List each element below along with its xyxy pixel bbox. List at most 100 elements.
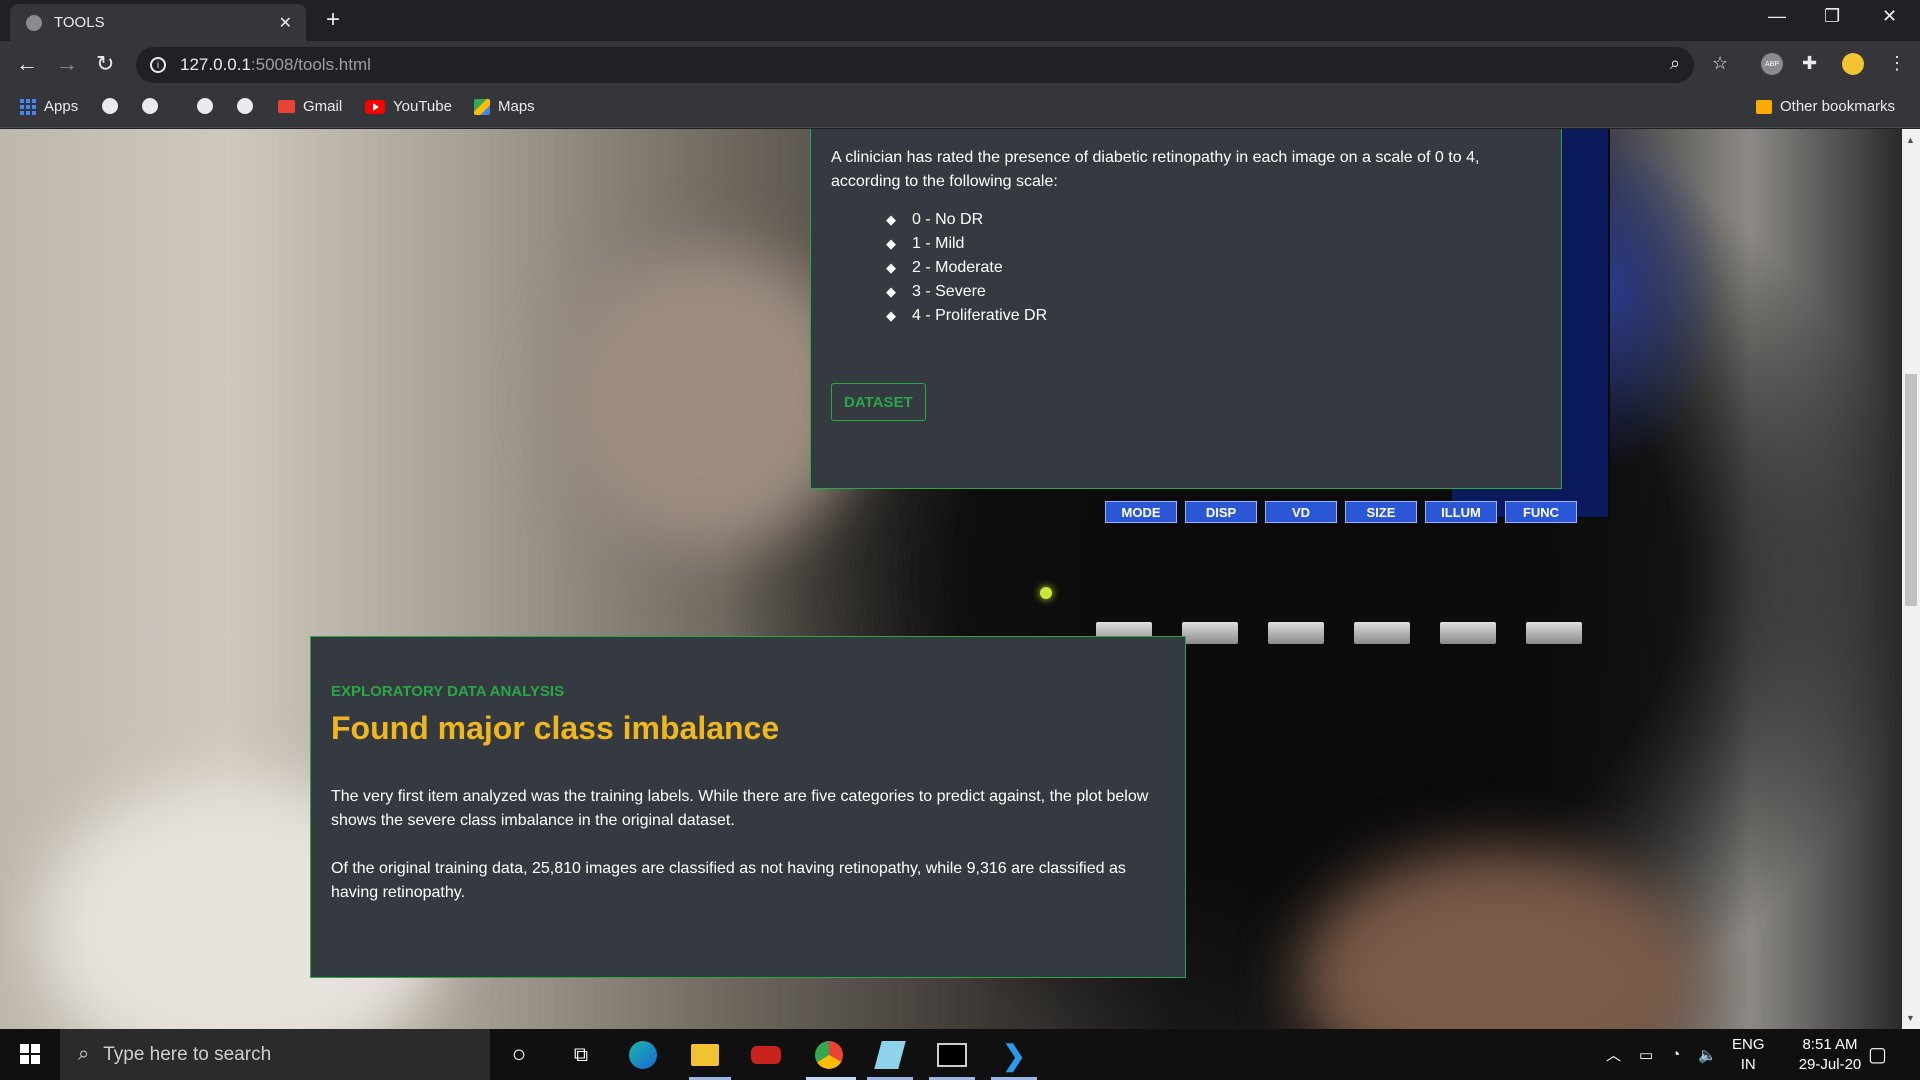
- dataset-description-card: A clinician has rated the presence of di…: [810, 129, 1562, 489]
- reload-icon[interactable]: ↻: [96, 51, 114, 77]
- section-kicker: EXPLORATORY DATA ANALYSIS: [331, 683, 565, 700]
- system-tray: ︿ ▭ ◔ 🔈: [1606, 1029, 1717, 1080]
- dr-scale-list: ◆ 0 - No DR ◆ 1 - Mild ◆ 2 - Moderate ◆ 3 - …: [831, 208, 1541, 328]
- forward-arrow-icon[interactable]: →: [56, 51, 78, 77]
- maps-icon: [474, 98, 490, 115]
- bookmark-apps-label: Apps: [44, 98, 79, 115]
- cortana-icon[interactable]: ○: [503, 1039, 535, 1071]
- taskbar-search-box[interactable]: ⌕ Type here to search: [60, 1029, 490, 1080]
- bookmark-globe-2[interactable]: [142, 98, 158, 114]
- profile-avatar[interactable]: [1842, 53, 1864, 75]
- search-icon: ⌕: [78, 1043, 90, 1065]
- bookmark-gmail-label: Gmail: [303, 98, 343, 115]
- section-title: Found major class imbalance: [331, 710, 780, 746]
- device-led: [1040, 587, 1052, 599]
- back-arrow-icon[interactable]: ←: [16, 51, 38, 77]
- list-item: ◆ 4 - Proliferative DR: [886, 304, 1541, 328]
- windows-start-icon[interactable]: [20, 1044, 40, 1064]
- device-button-illum: ILLUM: [1425, 501, 1497, 523]
- diamond-bullet-icon: ◆: [886, 236, 896, 251]
- file-explorer-icon[interactable]: [689, 1039, 721, 1071]
- device-button-disp: DISP: [1185, 501, 1257, 523]
- scrollbar-thumb[interactable]: [1905, 374, 1917, 606]
- globe-icon: [142, 98, 158, 114]
- close-window-button[interactable]: ✕: [1882, 6, 1897, 27]
- apps-grid-icon: [20, 98, 36, 115]
- adblock-extension-icon[interactable]: ABP: [1761, 53, 1783, 75]
- clock-time: 8:51 AM: [1802, 1035, 1858, 1053]
- device-button-func: FUNC: [1505, 501, 1577, 523]
- device-button-row: MODE DISP VD SIZE ILLUM FUNC: [1105, 501, 1577, 523]
- clock-date: 29-Jul-20: [1798, 1055, 1862, 1073]
- lang-bottom: IN: [1740, 1055, 1756, 1073]
- notification-icon[interactable]: ▢: [1868, 1029, 1887, 1080]
- new-tab-button[interactable]: +: [326, 6, 340, 34]
- bookmark-youtube-label: YouTube: [393, 98, 452, 115]
- globe-icon: [26, 14, 42, 31]
- browser-tab[interactable]: TOOLS ✕: [10, 4, 306, 41]
- bookmark-globe-1[interactable]: [102, 98, 118, 114]
- restore-button[interactable]: ❐: [1824, 6, 1840, 27]
- tray-chevron-icon[interactable]: ︿: [1606, 1044, 1621, 1065]
- chrome-icon[interactable]: [813, 1039, 845, 1071]
- device-button-size: SIZE: [1345, 501, 1417, 523]
- bookmark-other[interactable]: Other bookmarks: [1756, 98, 1895, 115]
- url-path: :5008/tools.html: [250, 55, 371, 74]
- scale-label: 1 - Mild: [912, 235, 965, 252]
- diamond-bullet-icon: ◆: [886, 284, 896, 299]
- zoom-icon[interactable]: ⌕: [1670, 53, 1680, 74]
- bookmark-apps[interactable]: Apps: [20, 98, 78, 115]
- scale-label: 2 - Moderate: [912, 259, 1003, 276]
- globe-icon: [102, 98, 118, 114]
- volume-icon[interactable]: 🔈: [1698, 1046, 1717, 1064]
- bookmark-other-label: Other bookmarks: [1780, 98, 1896, 115]
- list-item: ◆ 2 - Moderate: [886, 256, 1541, 280]
- bookmark-maps-label: Maps: [498, 98, 535, 115]
- scroll-up-arrow-icon[interactable]: ▲: [1906, 135, 1915, 145]
- scale-label: 4 - Proliferative DR: [912, 307, 1048, 324]
- wifi-icon[interactable]: ◔: [1671, 1046, 1680, 1063]
- info-icon[interactable]: i: [150, 57, 166, 73]
- list-item: ◆ 3 - Severe: [886, 280, 1541, 304]
- vscode-icon[interactable]: ❯: [998, 1039, 1030, 1071]
- notepad-icon[interactable]: [874, 1039, 906, 1071]
- scroll-down-arrow-icon[interactable]: ▼: [1906, 1013, 1915, 1023]
- dataset-intro-text: A clinician has rated the presence of di…: [831, 149, 1480, 190]
- terminal-icon[interactable]: [936, 1039, 968, 1071]
- eda-paragraph-1: The very first item analyzed was the tra…: [331, 788, 1149, 829]
- minimize-button[interactable]: —: [1768, 6, 1786, 27]
- bookmark-globe-4[interactable]: [237, 98, 253, 114]
- globe-icon: [237, 98, 253, 114]
- extensions-puzzle-icon[interactable]: ✚: [1802, 53, 1817, 74]
- lang-top: ENG: [1732, 1035, 1765, 1053]
- gmail-icon: [278, 100, 295, 113]
- battery-icon[interactable]: ▭: [1639, 1046, 1653, 1064]
- diamond-bullet-icon: ◆: [886, 260, 896, 275]
- game-app-icon[interactable]: [750, 1039, 782, 1071]
- folder-icon: [1756, 99, 1772, 114]
- dataset-button[interactable]: DATASET: [831, 383, 926, 421]
- bookmark-gmail[interactable]: Gmail: [278, 98, 342, 115]
- task-view-icon[interactable]: ⧉: [565, 1039, 597, 1071]
- tab-title: TOOLS: [54, 14, 105, 31]
- search-placeholder: Type here to search: [103, 1043, 272, 1065]
- background-photo-hand: [1300, 849, 1700, 1029]
- eda-card: EXPLORATORY DATA ANALYSIS Found major cl…: [310, 636, 1186, 978]
- list-item: ◆ 0 - No DR: [886, 208, 1541, 232]
- globe-icon: [197, 98, 213, 114]
- bookmark-star-icon[interactable]: ☆: [1712, 53, 1728, 74]
- bookmark-youtube[interactable]: YouTube: [365, 98, 452, 115]
- address-bar[interactable]: i 127.0.0.1:5008/tools.html: [136, 47, 1694, 83]
- tab-close-icon[interactable]: ✕: [279, 13, 292, 33]
- windows-taskbar: ⌕ Type here to search ○ ⧉ ❯ ︿ ▭ ◔ 🔈 ENG …: [0, 1029, 1920, 1080]
- device-button-mode: MODE: [1105, 501, 1177, 523]
- menu-kebab-icon[interactable]: ⋮: [1888, 53, 1906, 74]
- clock[interactable]: 8:51 AM 29-Jul-20: [1780, 1029, 1880, 1080]
- bookmark-maps[interactable]: Maps: [474, 98, 535, 115]
- bookmark-globe-3[interactable]: [197, 98, 213, 114]
- tab-strip: TOOLS ✕ + — ❐ ✕: [0, 0, 1920, 41]
- diamond-bullet-icon: ◆: [886, 308, 896, 323]
- page-scrollbar[interactable]: ▲ ▼: [1902, 129, 1920, 1029]
- edge-icon[interactable]: [627, 1039, 659, 1071]
- language-indicator[interactable]: ENG IN: [1732, 1029, 1765, 1080]
